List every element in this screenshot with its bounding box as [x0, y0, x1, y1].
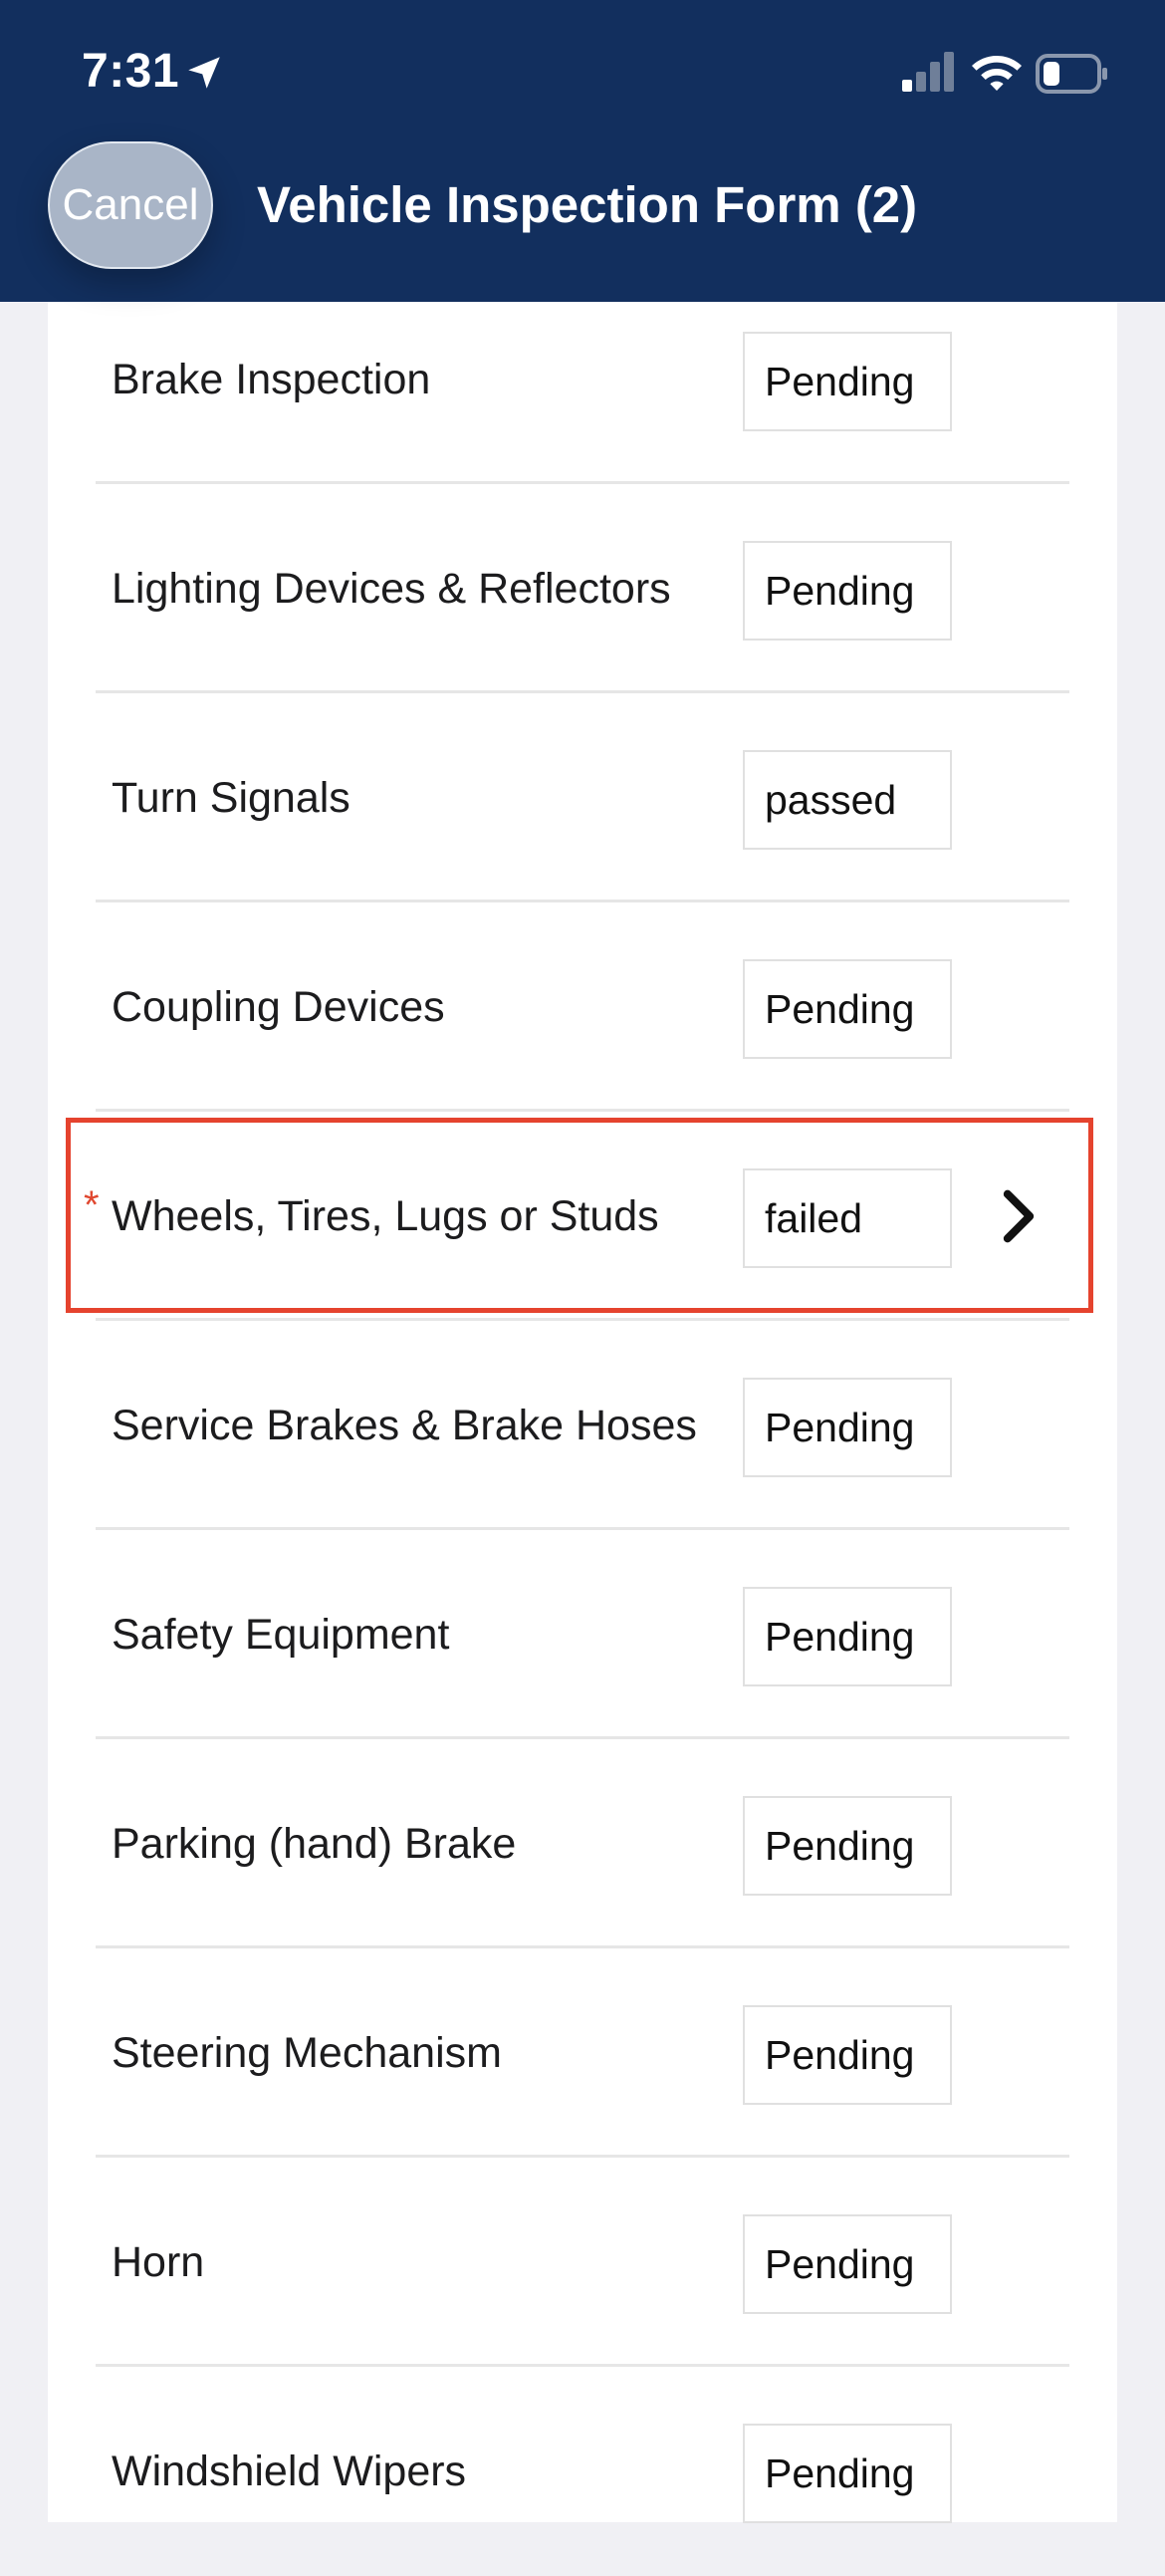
status-field[interactable]: Pending	[743, 541, 952, 641]
app-header: 7:31 Cancel Vehicle Inspection Form (2)	[0, 0, 1165, 302]
row-label: Lighting Devices & Reflectors	[112, 564, 671, 613]
status-time: 7:31	[82, 45, 180, 98]
row-label: Brake Inspection	[112, 355, 431, 403]
inspection-row-steering-mechanism[interactable]: Steering Mechanism Pending	[48, 1948, 1117, 2158]
row-label: Coupling Devices	[112, 982, 445, 1031]
inspection-row-safety-equipment[interactable]: Safety Equipment Pending	[48, 1530, 1117, 1739]
row-label: Safety Equipment	[112, 1610, 450, 1659]
row-label: Steering Mechanism	[112, 2028, 502, 2077]
status-field[interactable]: passed	[743, 750, 952, 850]
status-field[interactable]: Pending	[743, 1796, 952, 1896]
inspection-row-windshield-wipers[interactable]: Windshield Wipers Pending	[48, 2367, 1117, 2576]
inspection-row-parking-brake[interactable]: Parking (hand) Brake Pending	[48, 1739, 1117, 1948]
cancel-button[interactable]: Cancel	[48, 141, 213, 269]
row-label: Turn Signals	[112, 773, 350, 822]
status-field[interactable]: Pending	[743, 2005, 952, 2105]
page-title: Vehicle Inspection Form (2)	[257, 176, 918, 233]
battery-icon	[1036, 54, 1107, 94]
inspection-row-service-brakes[interactable]: Service Brakes & Brake Hoses Pending	[48, 1321, 1117, 1530]
wifi-icon	[972, 56, 1022, 91]
failed-item-highlight	[66, 1118, 1093, 1313]
location-arrow-icon	[188, 57, 220, 89]
row-label: Horn	[112, 2237, 205, 2286]
row-label: Windshield Wipers	[112, 2447, 467, 2495]
cellular-signal-icon	[902, 52, 954, 92]
status-field[interactable]: Pending	[743, 2214, 952, 2314]
status-field[interactable]: Pending	[743, 1587, 952, 1686]
row-label: Parking (hand) Brake	[112, 1819, 517, 1868]
status-field[interactable]: Pending	[743, 332, 952, 431]
status-field[interactable]: Pending	[743, 1378, 952, 1477]
inspection-row-turn-signals[interactable]: Turn Signals passed	[48, 693, 1117, 902]
row-label: Service Brakes & Brake Hoses	[112, 1401, 697, 1449]
inspection-row-coupling-devices[interactable]: Coupling Devices Pending	[48, 902, 1117, 1112]
inspection-row-lighting-devices[interactable]: Lighting Devices & Reflectors Pending	[48, 484, 1117, 693]
status-field[interactable]: Pending	[743, 2424, 952, 2523]
inspection-row-horn[interactable]: Horn Pending	[48, 2158, 1117, 2367]
status-field[interactable]: Pending	[743, 959, 952, 1059]
inspection-row-brake-inspection[interactable]: Brake Inspection Pending	[48, 275, 1117, 484]
